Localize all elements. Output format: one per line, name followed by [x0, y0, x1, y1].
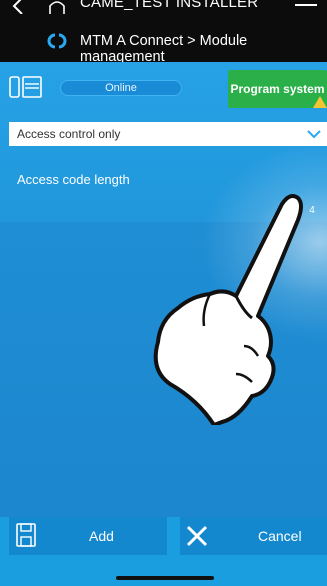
- module-panel: Online Program system Access control onl…: [0, 62, 327, 517]
- home-indicator[interactable]: [116, 576, 214, 580]
- code-length-label: Access code length: [17, 172, 130, 187]
- breadcrumb: MTM A Connect > Module management: [80, 33, 248, 65]
- back-icon[interactable]: [10, 0, 26, 14]
- access-mode-select[interactable]: Access control only: [9, 122, 327, 146]
- installer-title: CAME_TEST INSTALLER: [80, 0, 259, 11]
- add-button-label: Add: [89, 528, 114, 544]
- bottom-action-bar: Add Cancel: [0, 517, 327, 586]
- warning-triangle-icon: [313, 96, 327, 108]
- tap-hand-icon: [153, 194, 303, 425]
- menu-icon[interactable]: [295, 4, 317, 20]
- access-mode-value: Access control only: [17, 127, 121, 141]
- intercom-device-icon: [9, 76, 42, 98]
- chevron-down-icon[interactable]: [307, 128, 321, 140]
- status-badge: Online: [60, 80, 182, 96]
- close-x-icon: [186, 525, 208, 547]
- came-connect-logo-icon: [47, 33, 67, 49]
- app-header: CAME_TEST INSTALLER MTM A Connect > Modu…: [0, 0, 327, 65]
- cancel-button-label: Cancel: [258, 528, 302, 544]
- save-floppy-icon: [16, 523, 36, 547]
- home-icon[interactable]: [48, 0, 66, 14]
- cancel-button[interactable]: Cancel: [180, 517, 327, 555]
- add-button[interactable]: Add: [9, 517, 167, 555]
